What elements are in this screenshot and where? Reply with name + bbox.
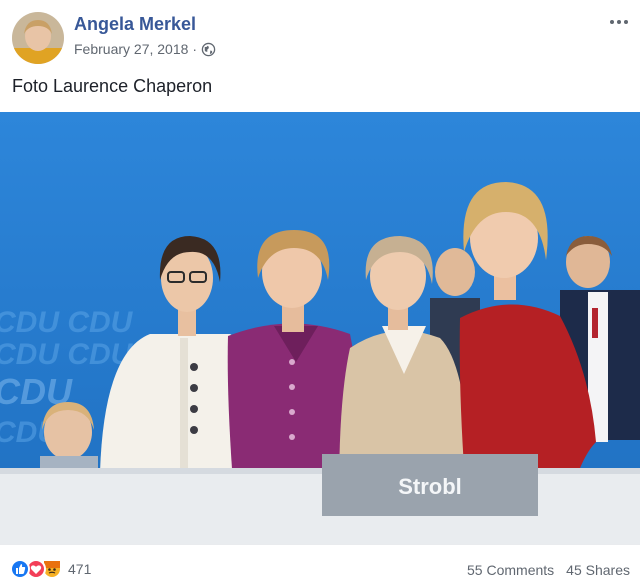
avatar[interactable] <box>12 12 64 64</box>
stage-desk <box>0 472 640 544</box>
svg-text:CDU CDU: CDU CDU <box>0 306 134 339</box>
name-plate-text: Strobl <box>398 474 462 499</box>
avatar-image <box>12 12 64 64</box>
post-meta: February 27, 2018 · <box>74 41 216 57</box>
post-footer: 471 55 Comments 45 Shares <box>0 544 640 587</box>
ellipsis-icon <box>610 20 614 24</box>
author-name[interactable]: Angela Merkel <box>74 14 196 35</box>
globe-icon[interactable] <box>201 42 216 57</box>
like-icon <box>10 559 30 579</box>
post-photo[interactable]: CDU CDU CDU CDU CDU CDU Strobl <box>0 112 640 544</box>
engagement-stats: 55 Comments 45 Shares <box>467 562 630 578</box>
more-options-button[interactable] <box>606 12 632 32</box>
post-header: Angela Merkel February 27, 2018 · <box>0 0 640 70</box>
shares-link[interactable]: 45 Shares <box>566 562 630 578</box>
reaction-count: 471 <box>68 561 92 577</box>
svg-text:CDU CDU: CDU CDU <box>0 338 134 371</box>
post-date[interactable]: February 27, 2018 <box>74 41 188 57</box>
reactions-summary[interactable]: 471 <box>10 559 91 579</box>
photo-illustration: CDU CDU CDU CDU CDU CDU Strobl <box>0 112 640 544</box>
meta-separator: · <box>192 41 198 57</box>
post-caption: Foto Laurence Chaperon <box>12 76 213 96</box>
comments-link[interactable]: 55 Comments <box>467 562 554 578</box>
